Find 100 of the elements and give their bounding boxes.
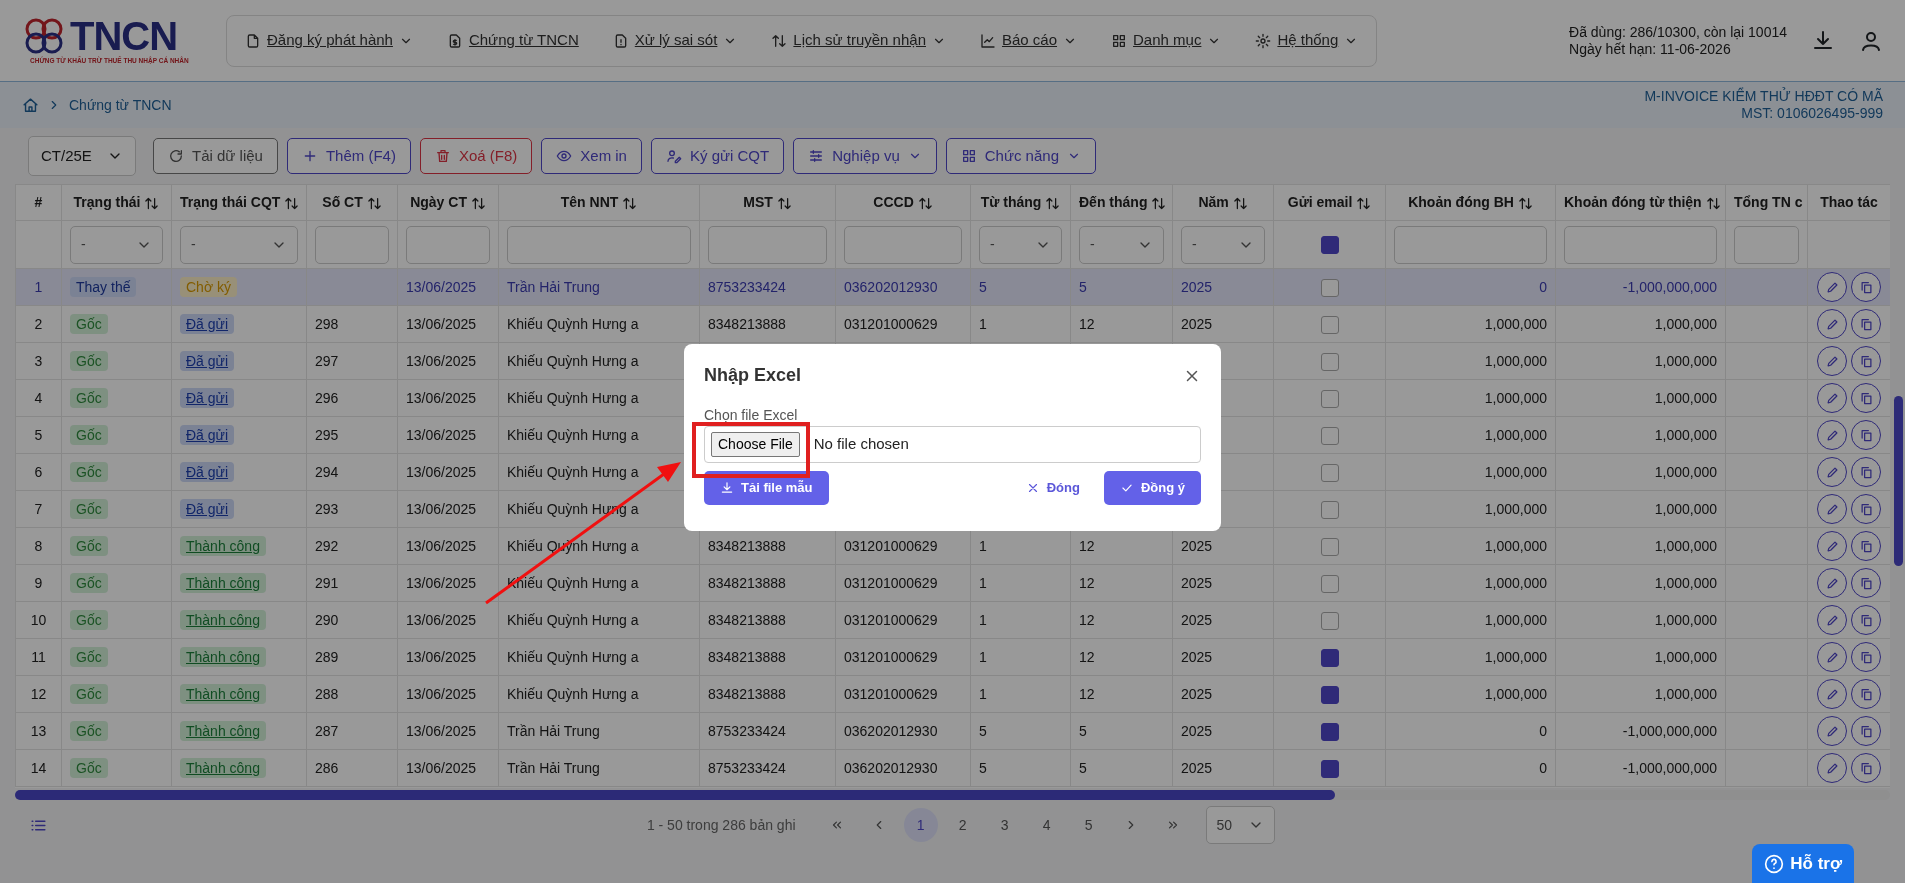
dialog-button[interactable]: Tải file mẫu <box>704 471 829 505</box>
email-checkbox[interactable] <box>1320 426 1339 445</box>
email-checkbox[interactable] <box>1320 685 1339 704</box>
filter-field[interactable] <box>507 225 691 264</box>
status-tag[interactable]: Đã gửi <box>180 387 235 408</box>
copy-button[interactable] <box>1851 679 1881 709</box>
page-size-select[interactable]: 50 <box>1205 806 1276 844</box>
series-select[interactable]: CT/25E <box>28 136 136 176</box>
copy-button[interactable] <box>1851 272 1881 302</box>
filter-field[interactable] <box>315 225 389 264</box>
email-checkbox[interactable] <box>1320 389 1339 408</box>
filter-select[interactable]: - <box>979 225 1062 264</box>
edit-button[interactable] <box>1817 346 1847 376</box>
copy-button[interactable] <box>1851 457 1881 487</box>
edit-button[interactable] <box>1817 309 1847 339</box>
filter-field[interactable] <box>1564 225 1717 264</box>
email-checkbox[interactable] <box>1320 315 1339 334</box>
edit-button[interactable] <box>1817 716 1847 746</box>
email-checkbox[interactable] <box>1320 648 1339 667</box>
nav-menu-item[interactable]: Đăng ký phát hành <box>245 29 413 52</box>
copy-button[interactable] <box>1851 309 1881 339</box>
toolbar-button[interactable]: Thêm (F4) <box>286 138 411 174</box>
status-tag[interactable]: Đã gửi <box>180 461 235 482</box>
email-checkbox[interactable] <box>1320 537 1339 556</box>
page-button[interactable]: 1 <box>903 808 938 842</box>
page-button[interactable]: 2 <box>945 808 980 842</box>
status-tag[interactable]: Thành công <box>180 646 266 667</box>
filter-checkbox[interactable] <box>1320 236 1339 255</box>
copy-button[interactable] <box>1851 494 1881 524</box>
horizontal-scrollbar[interactable] <box>15 790 1890 800</box>
status-tag[interactable]: Đã gửi <box>180 424 235 445</box>
filter-select[interactable]: - <box>70 225 163 264</box>
dialog-button[interactable]: Đóng <box>1009 471 1096 505</box>
status-tag[interactable]: Thành công <box>180 720 266 741</box>
edit-button[interactable] <box>1817 420 1847 450</box>
email-checkbox[interactable] <box>1320 759 1339 778</box>
status-tag[interactable]: Thành công <box>180 535 266 556</box>
nav-menu-item[interactable]: Xử lý sai sót <box>612 29 738 52</box>
edit-button[interactable] <box>1817 753 1847 783</box>
email-checkbox[interactable] <box>1320 574 1339 593</box>
column-header[interactable]: Số CT <box>306 184 398 221</box>
email-checkbox[interactable] <box>1320 500 1339 519</box>
copy-button[interactable] <box>1851 420 1881 450</box>
page-button[interactable]: 3 <box>987 808 1022 842</box>
email-checkbox[interactable] <box>1320 611 1339 630</box>
toolbar-button[interactable]: Tải dữ liệu <box>153 138 278 174</box>
toolbar-button[interactable]: Nghiệp vụ <box>793 138 937 174</box>
status-tag[interactable]: Đã gửi <box>180 313 235 334</box>
status-tag[interactable]: Thành công <box>180 683 266 704</box>
edit-button[interactable] <box>1817 642 1847 672</box>
filter-field[interactable] <box>1734 225 1799 264</box>
copy-button[interactable] <box>1851 642 1881 672</box>
nav-menu-item[interactable]: Lịch sử truyền nhận <box>771 29 946 52</box>
dialog-button[interactable]: Đồng ý <box>1103 471 1201 505</box>
help-button[interactable]: Hỗ trợ <box>1752 844 1854 883</box>
edit-button[interactable] <box>1817 457 1847 487</box>
toolbar-button[interactable]: Xem in <box>541 138 642 174</box>
copy-button[interactable] <box>1851 568 1881 598</box>
copy-button[interactable] <box>1851 531 1881 561</box>
filter-field[interactable] <box>1394 225 1547 264</box>
filter-field[interactable] <box>844 225 962 264</box>
page-button[interactable]: 5 <box>1071 808 1106 842</box>
status-tag[interactable]: Thành công <box>180 609 266 630</box>
status-tag[interactable]: Thành công <box>180 757 266 778</box>
breadcrumb-link[interactable]: Chứng từ TNCN <box>69 94 172 116</box>
nav-menu-item[interactable]: Báo cáo <box>980 29 1078 52</box>
email-checkbox[interactable] <box>1320 463 1339 482</box>
column-header[interactable]: Gửi email <box>1273 184 1386 221</box>
choose-file-button[interactable]: Choose File <box>711 432 800 457</box>
edit-button[interactable] <box>1817 568 1847 598</box>
email-checkbox[interactable] <box>1320 278 1339 297</box>
copy-button[interactable] <box>1851 383 1881 413</box>
edit-button[interactable] <box>1817 605 1847 635</box>
copy-button[interactable] <box>1851 605 1881 635</box>
column-header[interactable]: Trạng thái CQT <box>171 184 307 221</box>
nav-menu-item[interactable]: Chứng từ TNCN <box>446 29 579 52</box>
column-header[interactable]: Khoản đóng BH <box>1385 184 1556 221</box>
column-header[interactable]: Ngày CT <box>397 184 499 221</box>
status-tag[interactable]: Đã gửi <box>180 350 235 371</box>
filter-select[interactable]: - <box>1181 225 1265 264</box>
filter-field[interactable] <box>708 225 827 264</box>
toolbar-button[interactable]: Xoá (F8) <box>419 138 533 174</box>
toolbar-button[interactable]: Ký gửi CQT <box>650 138 785 174</box>
vertical-scrollbar[interactable] <box>1894 396 1903 566</box>
copy-button[interactable] <box>1851 716 1881 746</box>
filter-field[interactable] <box>406 225 490 264</box>
edit-button[interactable] <box>1817 531 1847 561</box>
page-button[interactable]: 4 <box>1029 808 1064 842</box>
column-header[interactable]: Trạng thái <box>61 184 172 221</box>
column-header[interactable]: Đến tháng <box>1070 184 1173 221</box>
copy-button[interactable] <box>1851 346 1881 376</box>
column-header[interactable]: Từ tháng <box>970 184 1071 221</box>
file-field[interactable]: Choose File No file chosen <box>704 426 1201 463</box>
status-tag[interactable]: Đã gửi <box>180 498 235 519</box>
edit-button[interactable] <box>1817 383 1847 413</box>
copy-button[interactable] <box>1851 753 1881 783</box>
email-checkbox[interactable] <box>1320 352 1339 371</box>
status-tag[interactable]: Thành công <box>180 572 266 593</box>
column-header[interactable]: Năm <box>1172 184 1274 221</box>
nav-menu-item[interactable]: Danh mục <box>1111 29 1222 52</box>
